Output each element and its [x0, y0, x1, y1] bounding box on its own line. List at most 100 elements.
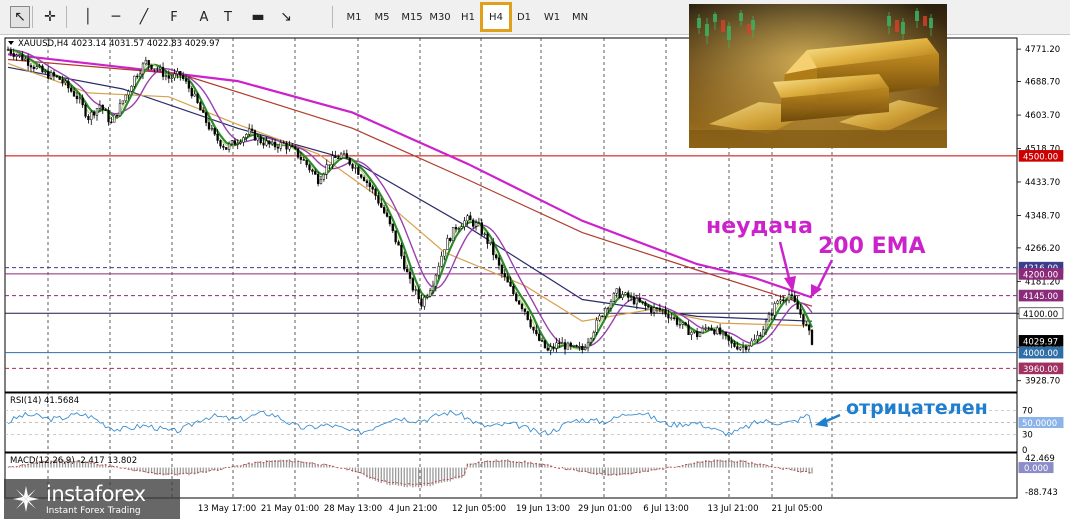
candle-body: [512, 285, 515, 295]
timeframe-h1[interactable]: H1: [456, 6, 480, 28]
candle-body: [762, 329, 765, 337]
candle-body: [291, 145, 294, 148]
candle-body: [130, 85, 133, 92]
candle-body: [18, 54, 21, 56]
timeframe-m1[interactable]: M1: [342, 6, 366, 28]
candle-body: [360, 174, 363, 178]
candle-body: [377, 195, 380, 204]
candle-body: [15, 55, 18, 57]
candle-body: [55, 75, 58, 78]
candle-body: [509, 281, 512, 287]
candle-body: [9, 49, 13, 54]
candle-body: [684, 322, 687, 326]
candle-body: [236, 143, 239, 145]
candle-body: [127, 91, 130, 96]
candle-body: [535, 329, 538, 335]
candle-body: [104, 109, 107, 111]
candle-body: [12, 53, 15, 57]
candle-body: [147, 60, 150, 66]
price-tick-label: 4603.70: [1025, 111, 1060, 121]
candle-body: [638, 298, 641, 303]
candle-body: [592, 332, 595, 339]
candle-body: [647, 305, 650, 308]
crosshair-icon[interactable]: ✛: [38, 6, 62, 28]
candle-body: [107, 110, 110, 123]
trendline-icon[interactable]: ╱: [132, 6, 156, 28]
candle-body: [569, 342, 572, 347]
candle-body: [414, 289, 417, 291]
price-level-label: 4500.00: [1023, 152, 1058, 162]
candle-body: [767, 313, 771, 322]
candle-body: [67, 80, 70, 89]
candle-body: [650, 307, 653, 313]
price-level-label: 3960.00: [1023, 365, 1058, 375]
candle-body: [193, 93, 196, 97]
timeframe-m5[interactable]: M5: [370, 6, 394, 28]
candle-body: [6, 49, 10, 51]
rectangle-icon[interactable]: ▬: [246, 6, 270, 28]
candle-body: [84, 104, 87, 117]
candle-body: [41, 65, 44, 73]
candle-body: [693, 330, 696, 333]
candle-body: [184, 78, 188, 82]
candle-body: [271, 141, 274, 145]
timeframe-m30[interactable]: M30: [426, 6, 454, 28]
candle-body: [52, 72, 56, 77]
candle-body: [621, 294, 624, 298]
candle-body: [776, 300, 779, 304]
candle-body: [526, 311, 529, 320]
x-axis-tick-label: 12 Jun 05:00: [452, 504, 506, 514]
candle-body: [710, 327, 713, 331]
price-level-label: 4029.97: [1023, 337, 1058, 347]
candle-body: [78, 97, 81, 100]
candle-body: [61, 79, 64, 84]
candle-body: [449, 238, 452, 241]
timeframe-m15[interactable]: M15: [398, 6, 426, 28]
candle-body: [454, 227, 458, 230]
candle-body: [480, 222, 483, 235]
candle-body: [92, 111, 96, 116]
x-axis-tick-label: 29 Jun 01:00: [578, 504, 632, 514]
timeframe-d1[interactable]: D1: [512, 6, 536, 28]
label-icon[interactable]: T: [216, 6, 240, 28]
fibonacci-icon[interactable]: F: [162, 6, 186, 28]
candle-body: [368, 182, 371, 187]
price-tick-label: 4348.70: [1025, 211, 1060, 221]
timeframe-w1[interactable]: W1: [540, 6, 564, 28]
candle-body: [658, 307, 661, 311]
candle-body: [681, 322, 684, 325]
candle-body: [319, 179, 323, 185]
timeframe-mn[interactable]: MN: [568, 6, 592, 28]
candle-body: [701, 327, 705, 334]
candle-body: [72, 91, 76, 97]
candle-body: [520, 303, 524, 310]
candle-body: [472, 219, 475, 227]
candle-body: [428, 290, 432, 297]
candle-body: [716, 327, 719, 335]
horizontal-line-icon[interactable]: ─: [104, 6, 128, 28]
candle-body: [101, 104, 104, 110]
cursor-icon[interactable]: ↖: [10, 6, 30, 28]
timeframe-h4[interactable]: H4: [480, 2, 512, 32]
arrows-icon[interactable]: ↘: [274, 6, 298, 28]
price-level-label: 4145.00: [1023, 292, 1058, 302]
text-icon[interactable]: A: [192, 6, 216, 28]
candle-body: [486, 233, 489, 244]
candle-body: [584, 347, 587, 350]
gold-bars-photo: [689, 4, 947, 148]
x-axis-tick-label: 28 May 13:00: [324, 504, 382, 514]
candle-body: [210, 128, 214, 130]
candle-body: [756, 335, 759, 340]
candle-body: [279, 142, 282, 149]
candle-body: [115, 114, 119, 117]
candle-body: [24, 58, 27, 61]
candle-body: [463, 220, 466, 227]
candle-body: [351, 164, 354, 169]
candle-body: [678, 324, 682, 326]
candle-body: [156, 68, 159, 70]
price-level-label: 4200.00: [1023, 270, 1058, 280]
candle-body: [741, 346, 745, 348]
candle-body: [400, 244, 403, 257]
vertical-line-icon[interactable]: │: [76, 6, 100, 28]
candle-body: [598, 315, 601, 321]
